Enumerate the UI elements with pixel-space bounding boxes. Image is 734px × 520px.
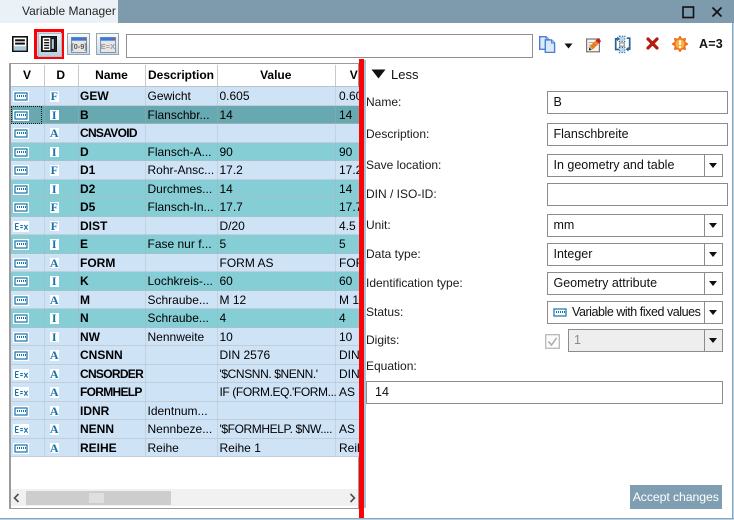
- svg-text:[0-9]: [0-9]: [71, 41, 87, 50]
- svg-text:E=X: E=X: [101, 41, 115, 50]
